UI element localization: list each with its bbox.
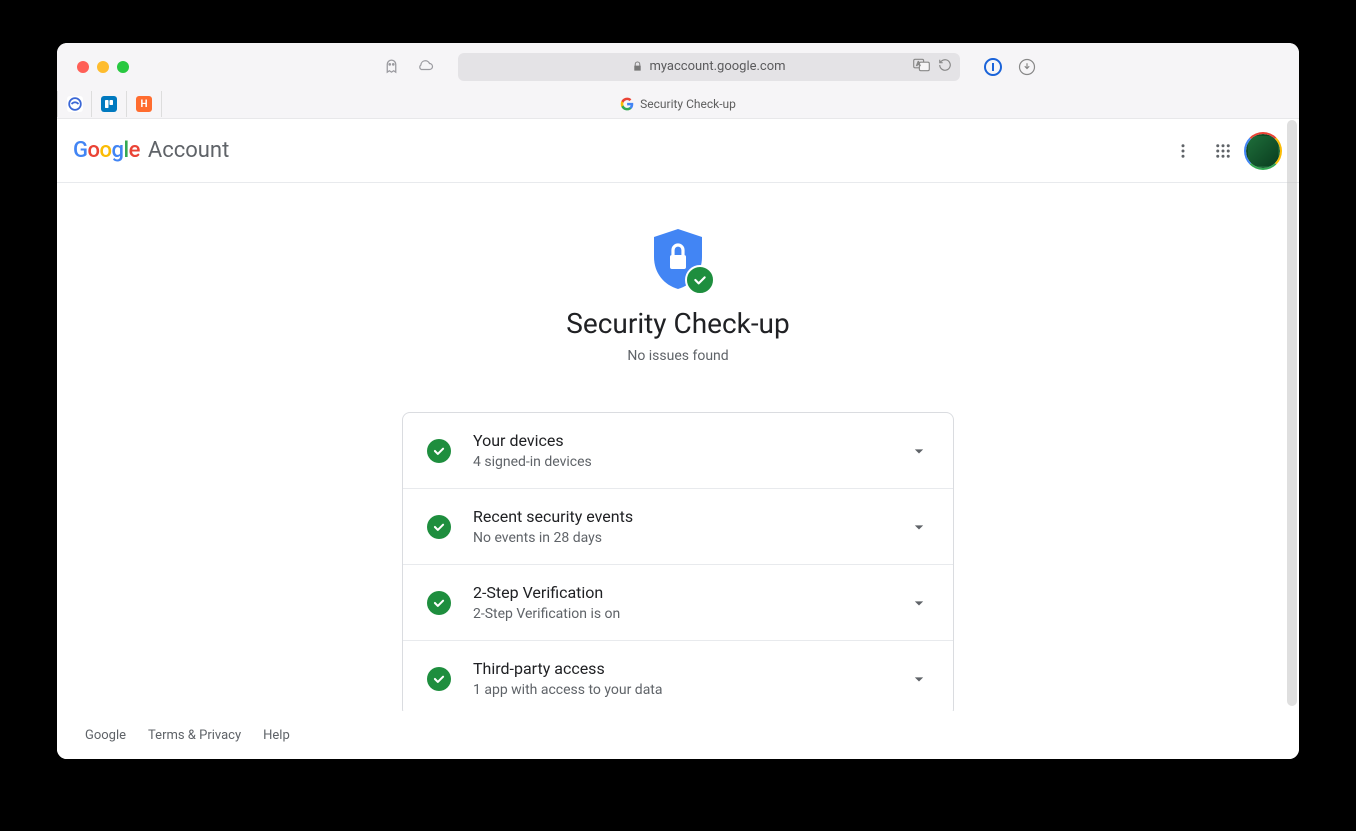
address-bar[interactable]: myaccount.google.com A bbox=[458, 53, 960, 81]
checkup-row-thirdparty[interactable]: Third-party access 1 app with access to … bbox=[403, 641, 953, 716]
tab-title: Security Check-up bbox=[640, 97, 736, 111]
scrollbar[interactable] bbox=[1287, 120, 1297, 706]
check-icon bbox=[427, 667, 451, 691]
downloads-icon[interactable] bbox=[1018, 58, 1036, 76]
checkup-row-devices[interactable]: Your devices 4 signed-in devices bbox=[403, 413, 953, 489]
minimize-window-button[interactable] bbox=[97, 61, 109, 73]
url-text: myaccount.google.com bbox=[649, 59, 785, 74]
checkup-row-2sv[interactable]: 2-Step Verification 2-Step Verification … bbox=[403, 565, 953, 641]
apps-grid-icon bbox=[1214, 142, 1232, 160]
row-subtitle: 2-Step Verification is on bbox=[473, 606, 909, 622]
hero-section: Security Check-up No issues found bbox=[57, 183, 1299, 392]
checkup-row-events[interactable]: Recent security events No events in 28 d… bbox=[403, 489, 953, 565]
row-title: Your devices bbox=[473, 431, 909, 450]
check-icon bbox=[427, 439, 451, 463]
more-vert-icon bbox=[1174, 142, 1192, 160]
row-title: 2-Step Verification bbox=[473, 583, 909, 602]
footer-link-terms[interactable]: Terms & Privacy bbox=[148, 728, 241, 743]
onepassword-icon[interactable] bbox=[984, 58, 1002, 76]
cloud-icon[interactable] bbox=[416, 58, 434, 76]
product-name: Account bbox=[148, 138, 229, 163]
pinned-tab-simplenote[interactable] bbox=[57, 91, 92, 117]
translate-icon[interactable]: A bbox=[913, 58, 930, 76]
browser-window: myaccount.google.com A bbox=[57, 43, 1299, 759]
page-subtitle: No issues found bbox=[57, 348, 1299, 364]
row-title: Recent security events bbox=[473, 507, 909, 526]
pinned-tab-h[interactable]: H bbox=[127, 91, 162, 117]
window-controls bbox=[77, 61, 129, 73]
shield-graphic bbox=[645, 227, 711, 293]
google-favicon bbox=[620, 97, 634, 111]
browser-toolbar: myaccount.google.com A bbox=[57, 43, 1299, 90]
chevron-down-icon bbox=[909, 669, 929, 689]
close-window-button[interactable] bbox=[77, 61, 89, 73]
toolbar-right-icons bbox=[984, 58, 1036, 76]
row-title: Third-party access bbox=[473, 659, 909, 678]
reload-icon[interactable] bbox=[938, 58, 952, 76]
lock-icon bbox=[632, 61, 643, 72]
apps-grid-button[interactable] bbox=[1203, 131, 1243, 171]
more-vert-button[interactable] bbox=[1163, 131, 1203, 171]
row-subtitle: 4 signed-in devices bbox=[473, 454, 909, 470]
avatar-image bbox=[1246, 134, 1280, 168]
active-tab[interactable]: Security Check-up bbox=[620, 97, 736, 111]
check-badge-icon bbox=[685, 265, 715, 295]
page-content: Google Account bbox=[57, 118, 1299, 759]
row-subtitle: 1 app with access to your data bbox=[473, 682, 909, 698]
google-account-logo[interactable]: Google Account bbox=[73, 138, 229, 163]
page-title: Security Check-up bbox=[57, 307, 1299, 340]
footer-link-google[interactable]: Google bbox=[85, 728, 126, 743]
account-avatar-button[interactable] bbox=[1243, 131, 1283, 171]
tab-strip: H Security Check-up bbox=[57, 90, 1299, 118]
toolbar-left-icons bbox=[382, 58, 434, 76]
chevron-down-icon bbox=[909, 441, 929, 461]
check-icon bbox=[427, 515, 451, 539]
chevron-down-icon bbox=[909, 593, 929, 613]
maximize-window-button[interactable] bbox=[117, 61, 129, 73]
row-subtitle: No events in 28 days bbox=[473, 530, 909, 546]
ghost-icon[interactable] bbox=[382, 58, 400, 76]
check-icon bbox=[427, 591, 451, 615]
chevron-down-icon bbox=[909, 517, 929, 537]
app-header: Google Account bbox=[57, 119, 1299, 183]
checkup-card: Your devices 4 signed-in devices Recent … bbox=[402, 412, 954, 717]
svg-text:A: A bbox=[917, 61, 921, 67]
pinned-tab-trello[interactable] bbox=[92, 91, 127, 117]
footer: Google Terms & Privacy Help bbox=[57, 711, 1285, 759]
google-logo: Google bbox=[73, 139, 140, 163]
footer-link-help[interactable]: Help bbox=[263, 728, 290, 743]
